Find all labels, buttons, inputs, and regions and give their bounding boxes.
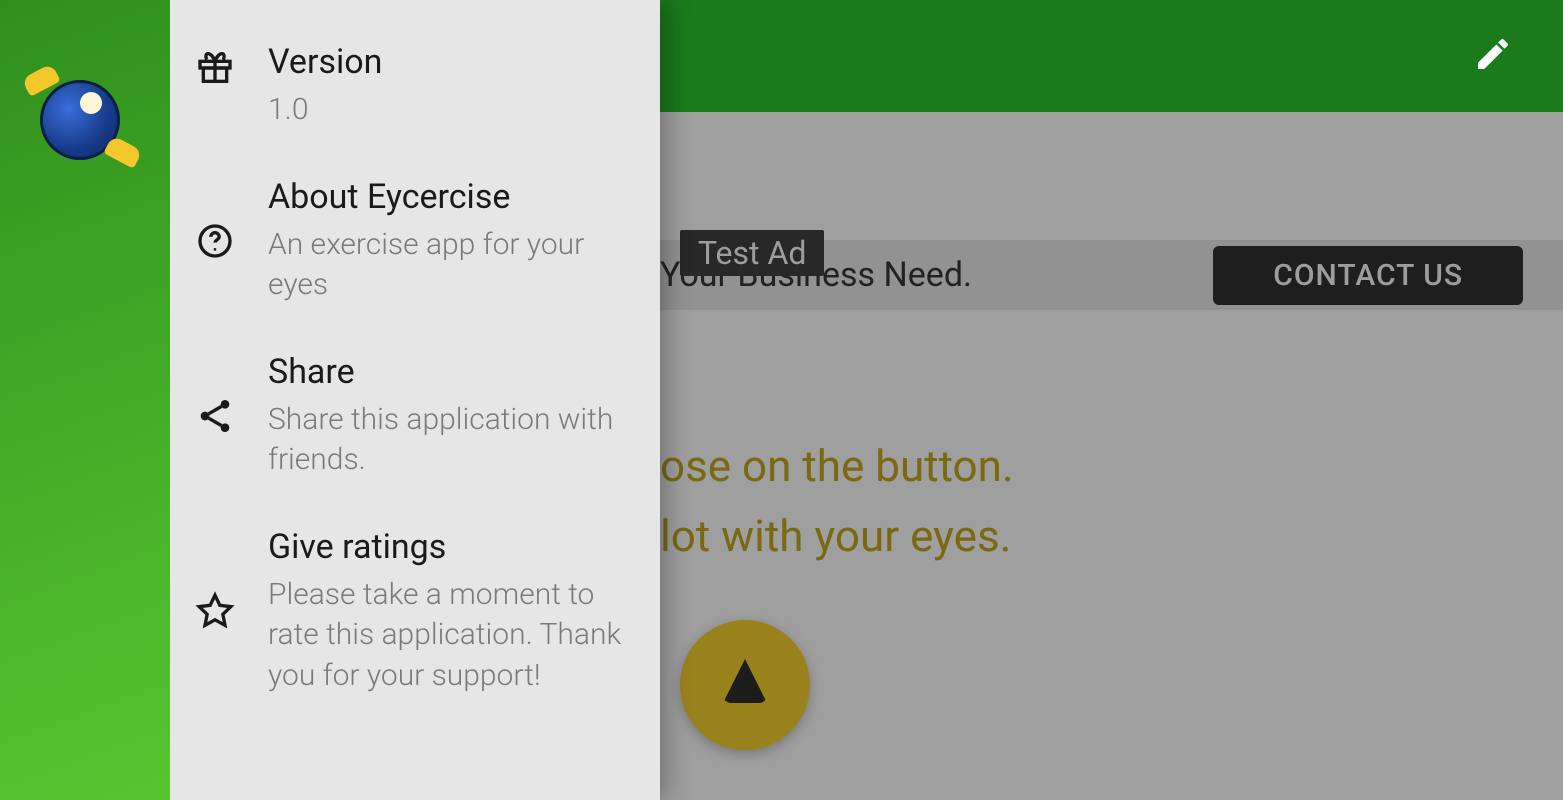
- edit-button[interactable]: [1473, 34, 1513, 78]
- drawer-item-title: Share: [268, 352, 622, 392]
- drawer-item-title: Version: [268, 42, 622, 82]
- drawer-item-rate[interactable]: Give ratings Please take a moment to rat…: [190, 509, 622, 725]
- drawer-item-subtitle: Please take a moment to rate this applic…: [268, 575, 622, 697]
- star-outline-icon: [190, 591, 240, 631]
- drawer-item-share[interactable]: Share Share this application with friend…: [190, 334, 622, 509]
- drawer-item-subtitle: An exercise app for your eyes: [268, 225, 622, 306]
- drawer-rail: [0, 0, 170, 800]
- drawer-item-title: Give ratings: [268, 527, 622, 567]
- drawer-list: Version 1.0 About Eycercise An exercise …: [170, 0, 660, 800]
- drawer-item-title: About Eycercise: [268, 177, 622, 217]
- app-logo: [30, 70, 140, 180]
- drawer-item-version[interactable]: Version 1.0: [190, 24, 622, 159]
- share-icon: [190, 396, 240, 436]
- gift-icon: [190, 42, 240, 88]
- drawer-item-subtitle: 1.0: [268, 90, 622, 131]
- pencil-icon: [1473, 34, 1513, 74]
- drawer-item-subtitle: Share this application with friends.: [268, 400, 622, 481]
- navigation-drawer: Version 1.0 About Eycercise An exercise …: [0, 0, 660, 800]
- app-viewport: Your Business Need. CONTACT US Test Ad o…: [0, 0, 1563, 800]
- drawer-item-about[interactable]: About Eycercise An exercise app for your…: [190, 159, 622, 334]
- help-circle-icon: [190, 221, 240, 261]
